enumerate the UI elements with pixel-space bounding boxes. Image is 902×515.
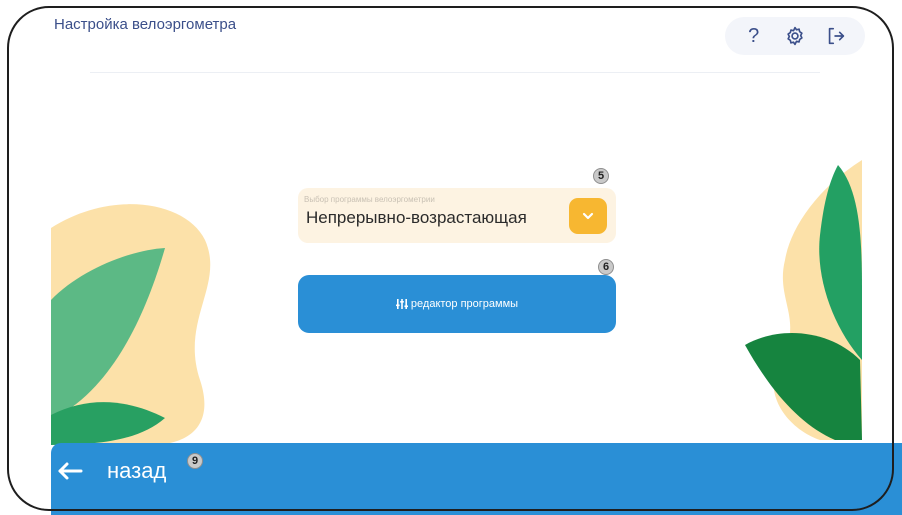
step-marker-6: 6 [598, 259, 614, 275]
step-marker-5: 5 [593, 168, 609, 184]
dropdown-toggle-button[interactable] [569, 198, 607, 234]
program-select[interactable]: Выбор программы велоэргометрии Непрерывн… [298, 188, 616, 243]
decorative-leaves [51, 160, 862, 445]
back-button[interactable]: назад [55, 458, 166, 484]
step-marker-9: 9 [187, 453, 203, 469]
program-editor-label: редактор программы [410, 298, 519, 310]
header-divider [90, 72, 820, 73]
top-toolbar: ? [725, 17, 865, 55]
settings-button[interactable] [780, 21, 810, 51]
help-button[interactable]: ? [739, 21, 769, 51]
back-label: назад [107, 458, 167, 483]
arrow-left-icon [58, 462, 83, 480]
program-editor-button[interactable]: редактор программы [298, 275, 616, 333]
page-title: Настройка велоэргометра [54, 16, 237, 33]
logout-icon [829, 27, 845, 45]
gear-icon [787, 26, 803, 46]
program-select-label: Выбор программы велоэргометрии [304, 195, 435, 204]
question-icon: ? [748, 24, 760, 47]
logout-button[interactable] [821, 21, 851, 51]
program-select-value: Непрерывно-возрастающая [306, 208, 527, 227]
sliders-icon [395, 299, 408, 309]
bottom-bar [51, 443, 902, 515]
chevron-down-icon [582, 212, 594, 220]
